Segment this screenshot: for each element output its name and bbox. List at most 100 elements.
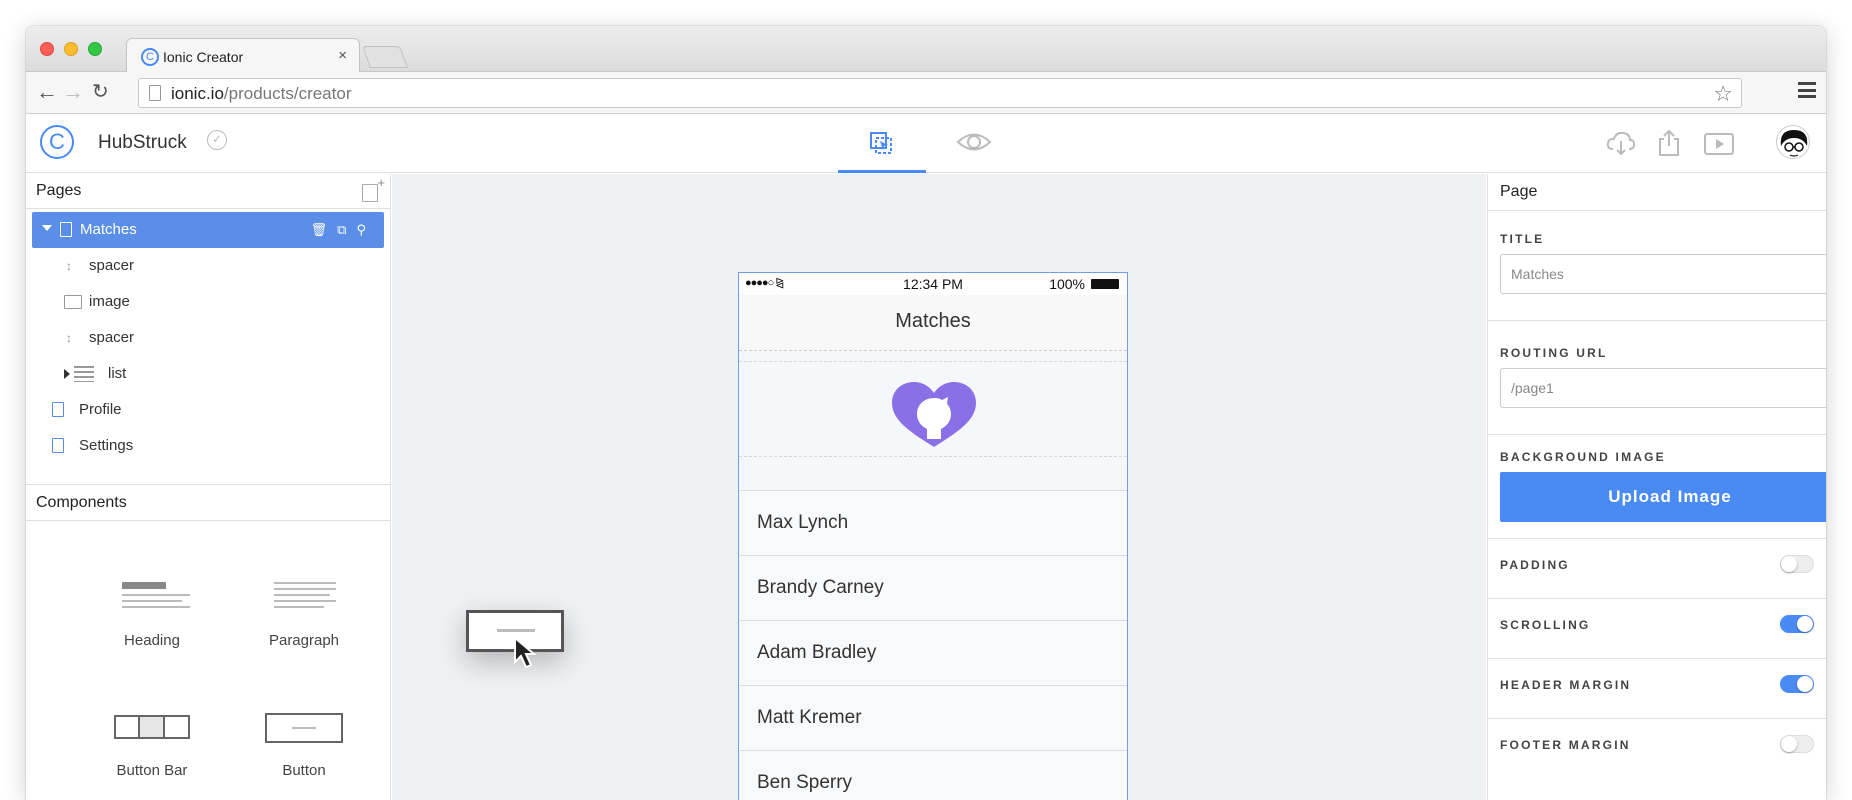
reload-icon[interactable]: ↻ bbox=[92, 80, 109, 104]
status-bar: ●●●●○ ⧎ 12:34 PM 100% bbox=[739, 273, 1127, 295]
divider bbox=[1488, 658, 1826, 659]
header-margin-label: HEADER MARGIN bbox=[1500, 678, 1632, 692]
list-item[interactable]: Adam Bradley bbox=[739, 621, 1127, 686]
component-button[interactable]: Button bbox=[244, 704, 364, 779]
menu-icon[interactable] bbox=[1798, 82, 1816, 98]
row-actions: 🗑⧉⚲ bbox=[311, 222, 376, 238]
padding-label: PADDING bbox=[1500, 558, 1570, 572]
bookmark-star-icon[interactable]: ☆ bbox=[1713, 81, 1733, 107]
background-image-label: BACKGROUND IMAGE bbox=[1500, 450, 1666, 464]
address-bar-row: ← → ↻ ionic.io/products/creator ☆ bbox=[26, 72, 1826, 114]
back-icon[interactable]: ← bbox=[36, 80, 58, 104]
list-item[interactable]: Matt Kremer bbox=[739, 686, 1127, 751]
tree-item-label: Matches bbox=[80, 221, 137, 238]
footer-margin-label: FOOTER MARGIN bbox=[1500, 738, 1631, 752]
heading-icon bbox=[92, 574, 212, 626]
component-paragraph[interactable]: Paragraph bbox=[244, 574, 364, 649]
properties-panel: Page TITLE Matches ROUTING URL /page1 BA… bbox=[1487, 174, 1826, 800]
eye-icon bbox=[956, 133, 992, 151]
tree-item-label: list bbox=[108, 365, 127, 382]
project-name[interactable]: HubStruck bbox=[98, 132, 187, 154]
component-label: Heading bbox=[124, 632, 180, 649]
divider bbox=[1488, 718, 1826, 719]
ionic-favicon-icon: C bbox=[141, 48, 159, 66]
divider bbox=[1488, 320, 1826, 321]
expand-triangle-icon[interactable] bbox=[64, 369, 70, 379]
page-icon bbox=[149, 85, 161, 101]
browser-tab[interactable]: C Ionic Creator × bbox=[126, 38, 360, 73]
tree-item-spacer[interactable]: ↕ spacer bbox=[32, 248, 384, 284]
avatar-icon bbox=[1780, 130, 1808, 157]
status-battery-text: 100% bbox=[1049, 276, 1085, 292]
tree-item-label: Profile bbox=[79, 401, 122, 418]
delete-icon[interactable]: 🗑 bbox=[311, 222, 338, 237]
tree-item-image[interactable]: image bbox=[32, 284, 384, 320]
tree-item-label: image bbox=[89, 293, 130, 310]
cursor-icon bbox=[514, 636, 537, 669]
forward-icon[interactable]: → bbox=[62, 80, 84, 104]
download-cloud-icon[interactable] bbox=[1606, 129, 1636, 157]
tab-title: Ionic Creator bbox=[163, 49, 244, 65]
footer-margin-toggle[interactable] bbox=[1780, 735, 1814, 753]
phone-preview[interactable]: ●●●●○ ⧎ 12:34 PM 100% Matches Max Lynch … bbox=[738, 272, 1128, 800]
page-doc-icon bbox=[52, 402, 64, 417]
title-label: TITLE bbox=[1500, 232, 1545, 246]
page-doc-icon bbox=[52, 438, 64, 453]
list-item[interactable]: Brandy Carney bbox=[739, 556, 1127, 621]
duplicate-icon[interactable]: ⧉ bbox=[337, 222, 356, 237]
routing-url-label: ROUTING URL bbox=[1500, 346, 1608, 360]
divider bbox=[1488, 210, 1826, 211]
design-mode-tab[interactable] bbox=[838, 115, 926, 173]
routing-url-field[interactable]: /page1 bbox=[1500, 368, 1826, 408]
github-heart-icon bbox=[892, 382, 976, 447]
title-field[interactable]: Matches bbox=[1500, 254, 1826, 294]
browser-window: C Ionic Creator × ← → ↻ ionic.io/product… bbox=[26, 26, 1826, 800]
divider bbox=[26, 520, 390, 521]
button-icon bbox=[244, 704, 364, 756]
tree-item-label: spacer bbox=[89, 257, 135, 274]
image-icon bbox=[64, 295, 82, 309]
design-canvas[interactable]: ●●●●○ ⧎ 12:34 PM 100% Matches Max Lynch … bbox=[392, 174, 1486, 800]
phone-page-title[interactable]: Matches bbox=[739, 295, 1127, 351]
scrolling-toggle[interactable] bbox=[1780, 615, 1814, 633]
tree-item-profile[interactable]: Profile bbox=[32, 392, 384, 428]
tree-item-label: Settings bbox=[79, 437, 134, 454]
tab-close-icon[interactable]: × bbox=[338, 47, 347, 64]
maximize-window-button[interactable] bbox=[88, 42, 102, 56]
url-input[interactable]: ionic.io/products/creator ☆ bbox=[138, 78, 1742, 108]
tab-strip: C Ionic Creator × bbox=[26, 26, 1826, 73]
padding-toggle[interactable] bbox=[1780, 555, 1814, 573]
ionic-logo-icon[interactable]: C bbox=[40, 125, 74, 159]
expand-triangle-icon[interactable] bbox=[42, 225, 52, 231]
app-header: C HubStruck ✓ bbox=[26, 115, 1826, 173]
new-tab-button[interactable] bbox=[361, 46, 409, 68]
minimize-window-button[interactable] bbox=[64, 42, 78, 56]
add-page-icon[interactable] bbox=[362, 175, 385, 202]
tree-item-settings[interactable]: Settings bbox=[32, 428, 384, 464]
tree-item-list[interactable]: list bbox=[32, 356, 384, 392]
tree-item-matches[interactable]: Matches 🗑⧉⚲ bbox=[32, 212, 384, 248]
preview-mode-tab[interactable] bbox=[926, 115, 1014, 173]
pin-icon[interactable]: ⚲ bbox=[356, 222, 376, 237]
divider bbox=[1488, 434, 1826, 435]
list-item[interactable]: Max Lynch bbox=[739, 491, 1127, 556]
spacer-icon: ↕ bbox=[66, 259, 72, 273]
list-icon bbox=[74, 366, 94, 382]
play-preview-icon[interactable] bbox=[1704, 133, 1734, 155]
header-margin-toggle[interactable] bbox=[1780, 675, 1814, 693]
tree-item-spacer[interactable]: ↕ spacer bbox=[32, 320, 384, 356]
scrolling-label: SCROLLING bbox=[1500, 618, 1591, 632]
component-button-bar[interactable]: Button Bar bbox=[92, 704, 212, 779]
share-icon[interactable] bbox=[1658, 129, 1680, 157]
component-label: Button bbox=[282, 762, 326, 779]
battery-icon bbox=[1091, 279, 1119, 289]
close-window-button[interactable] bbox=[40, 42, 54, 56]
upload-image-button[interactable]: Upload Image bbox=[1500, 472, 1826, 522]
hero-image[interactable] bbox=[739, 351, 1127, 491]
list-item[interactable]: Ben Sperry bbox=[739, 751, 1127, 800]
divider bbox=[1488, 538, 1826, 539]
user-avatar[interactable] bbox=[1776, 125, 1810, 159]
component-label: Paragraph bbox=[268, 632, 340, 649]
component-heading[interactable]: Heading bbox=[92, 574, 212, 649]
button-bar-icon bbox=[92, 704, 212, 756]
